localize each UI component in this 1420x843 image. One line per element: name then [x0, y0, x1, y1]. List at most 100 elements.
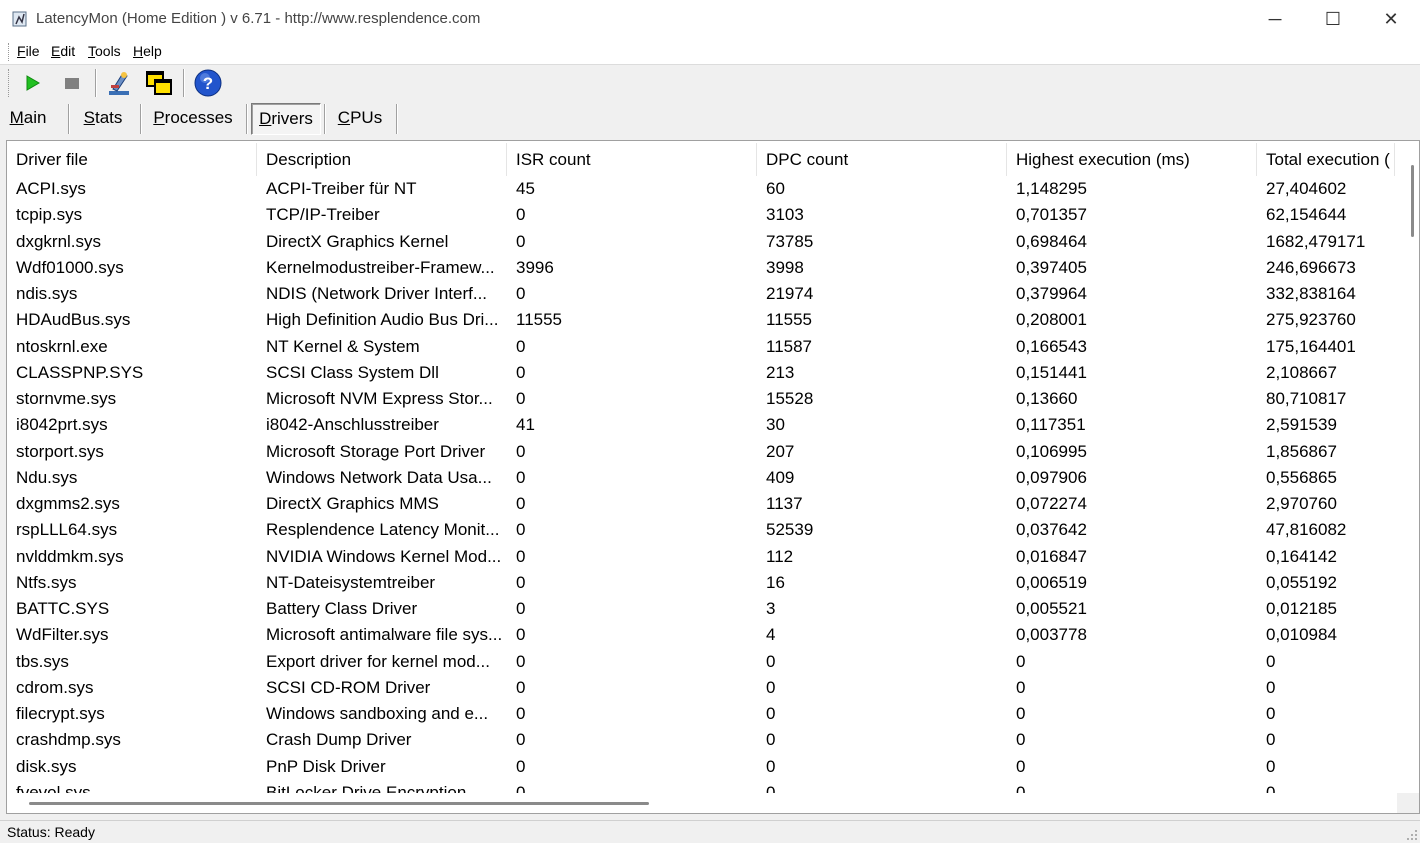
horizontal-scroll-thumb[interactable]	[29, 802, 649, 805]
horizontal-scrollbar[interactable]	[7, 793, 1397, 813]
tab-processes[interactable]: Processes	[146, 103, 240, 133]
table-cell: 207	[766, 441, 795, 461]
table-row[interactable]: tcpip.sys TCP/IP-Treiber 0 3103 0,701357 62,1…	[7, 202, 1395, 228]
table-cell: SCSI Class System Dll	[266, 362, 439, 382]
tab-stats[interactable]: Stats	[72, 103, 134, 133]
table-cell: 0	[516, 730, 526, 750]
column-header-total-execution[interactable]: Total execution (	[1257, 143, 1395, 176]
vertical-scrollbar[interactable]	[1397, 141, 1419, 791]
tab-main[interactable]: Main	[4, 103, 52, 133]
table-cell: 213	[766, 362, 795, 382]
table-row[interactable]: crashdmp.sys Crash Dump Driver 0 0 0 0	[7, 727, 1395, 753]
table-row[interactable]: HDAudBus.sys High Definition Audio Bus Dr…	[7, 307, 1395, 333]
column-header-driver-file[interactable]: Driver file	[7, 143, 257, 176]
toolbar-separator	[95, 69, 97, 97]
tab-drivers[interactable]: Drivers	[251, 103, 321, 135]
stop-button[interactable]	[56, 67, 88, 99]
table-cell: 0	[766, 730, 776, 750]
start-button[interactable]	[16, 67, 48, 99]
play-icon	[26, 75, 40, 91]
table-row[interactable]: cdrom.sys SCSI CD-ROM Driver 0 0 0 0	[7, 675, 1395, 701]
tab-cpus[interactable]: CPUs	[330, 103, 390, 133]
table-cell: Microsoft NVM Express Stor...	[266, 389, 493, 408]
table-cell: DirectX Graphics Kernel	[266, 231, 449, 251]
close-button[interactable]: ✕	[1362, 0, 1420, 38]
status-bar: Status: Ready	[0, 820, 1420, 843]
table-row[interactable]: CLASSPNP.SYS SCSI Class System Dll 0 213 0,1…	[7, 360, 1395, 386]
table-row[interactable]: dxgmms2.sys DirectX Graphics MMS 0 1137 0,07…	[7, 491, 1395, 517]
menu-help[interactable]: Help	[133, 43, 162, 59]
table-cell: 1682,479171	[1266, 231, 1366, 251]
table-cell: 3998	[766, 257, 804, 277]
table-row[interactable]: stornvme.sys Microsoft NVM Express Stor..…	[7, 386, 1395, 412]
table-row[interactable]: Wdf01000.sys Kernelmodustreiber-Framew...…	[7, 255, 1395, 281]
column-header-dpc-count[interactable]: DPC count	[757, 143, 1007, 176]
table-cell: 0	[516, 389, 526, 408]
windows-button[interactable]	[143, 67, 175, 99]
table-cell: 0	[516, 546, 526, 566]
table-cell: High Definition Audio Bus Dri...	[266, 310, 499, 330]
menu-edit[interactable]: Edit	[51, 43, 75, 59]
table-row[interactable]: disk.sys PnP Disk Driver 0 0 0 0	[7, 754, 1395, 780]
table-cell: 0	[1016, 756, 1026, 776]
table-cell: 0,698464	[1016, 231, 1087, 251]
table-row[interactable]: WdFilter.sys Microsoft antimalware file s…	[7, 622, 1395, 648]
help-icon: ?	[194, 69, 222, 97]
table-row[interactable]: BATTC.SYS Battery Class Driver 0 3 0,005521 0…	[7, 596, 1395, 622]
table-cell: Battery Class Driver	[266, 599, 418, 618]
table-cell: storport.sys	[16, 441, 104, 461]
table-cell: 0,003778	[1016, 625, 1087, 645]
minimize-button[interactable]: ─	[1246, 0, 1304, 38]
table-cell: 27,404602	[1266, 179, 1347, 198]
maximize-button[interactable]: ☐	[1304, 0, 1362, 38]
table-cell: 0,072274	[1016, 494, 1087, 513]
table-row[interactable]: dxgkrnl.sys DirectX Graphics Kernel 0 73785…	[7, 229, 1395, 255]
table-row[interactable]: storport.sys Microsoft Storage Port Drive…	[7, 439, 1395, 465]
drivers-list[interactable]: Driver file Description ISR count DPC co…	[6, 140, 1420, 814]
table-cell: tcpip.sys	[16, 205, 83, 225]
analyze-button[interactable]	[103, 67, 135, 99]
table-cell: SCSI CD-ROM Driver	[266, 677, 431, 697]
table-cell: 1,148295	[1016, 179, 1087, 198]
resize-grip-icon[interactable]	[1406, 829, 1418, 841]
table-cell: 2,108667	[1266, 362, 1337, 382]
table-cell: 0	[516, 336, 526, 356]
table-cell: 0	[1016, 704, 1026, 723]
table-cell: i8042-Anschlusstreiber	[266, 415, 439, 435]
tab-separator	[140, 104, 142, 134]
table-cell: 0	[516, 205, 526, 225]
table-cell: 0,164142	[1266, 546, 1337, 566]
table-row[interactable]: ACPI.sys ACPI-Treiber für NT 45 60 1,148295 2…	[7, 176, 1395, 202]
table-row[interactable]: rspLLL64.sys Resplendence Latency Monit..…	[7, 517, 1395, 543]
table-row[interactable]: tbs.sys Export driver for kernel mod... 0 0…	[7, 649, 1395, 675]
table-cell: i8042prt.sys	[16, 415, 108, 435]
table-row[interactable]: Ndu.sys Windows Network Data Usa... 0 409 0,…	[7, 465, 1395, 491]
table-cell: 3	[766, 599, 776, 618]
table-cell: 112	[766, 546, 794, 566]
table-cell: 0,097906	[1016, 467, 1087, 487]
menu-tools[interactable]: Tools	[88, 43, 121, 59]
table-cell: 0,13660	[1016, 389, 1078, 408]
table-row[interactable]: ndis.sys NDIS (Network Driver Interf... 0 2…	[7, 281, 1395, 307]
menu-grip	[8, 43, 11, 61]
table-cell: 11555	[516, 310, 563, 330]
column-header-description[interactable]: Description	[257, 143, 507, 176]
table-cell: Windows sandboxing and e...	[266, 704, 489, 723]
table-cell: 41	[516, 415, 535, 435]
table-cell: NVIDIA Windows Kernel Mod...	[266, 546, 502, 566]
table-cell: WdFilter.sys	[16, 625, 109, 645]
table-row[interactable]: Ntfs.sys NT-Dateisystemtreiber 0 16 0,006519…	[7, 570, 1395, 596]
vertical-scroll-thumb[interactable]	[1411, 165, 1414, 237]
table-row[interactable]: ntoskrnl.exe NT Kernel & System 0 11587 0,16…	[7, 334, 1395, 360]
table-cell: 0	[766, 677, 776, 697]
table-cell: 275,923760	[1266, 310, 1356, 330]
help-button[interactable]: ?	[192, 67, 224, 99]
menu-file[interactable]: File	[17, 43, 40, 59]
table-cell: BATTC.SYS	[16, 599, 110, 618]
table-row[interactable]: filecrypt.sys Windows sandboxing and e...…	[7, 701, 1395, 727]
column-header-highest-execution[interactable]: Highest execution (ms)	[1007, 143, 1257, 176]
table-cell: 0	[1266, 704, 1276, 723]
table-row[interactable]: i8042prt.sys i8042-Anschlusstreiber 41 30 0,…	[7, 412, 1395, 438]
table-row[interactable]: nvlddmkm.sys NVIDIA Windows Kernel Mod...…	[7, 544, 1395, 570]
column-header-isr-count[interactable]: ISR count	[507, 143, 757, 176]
